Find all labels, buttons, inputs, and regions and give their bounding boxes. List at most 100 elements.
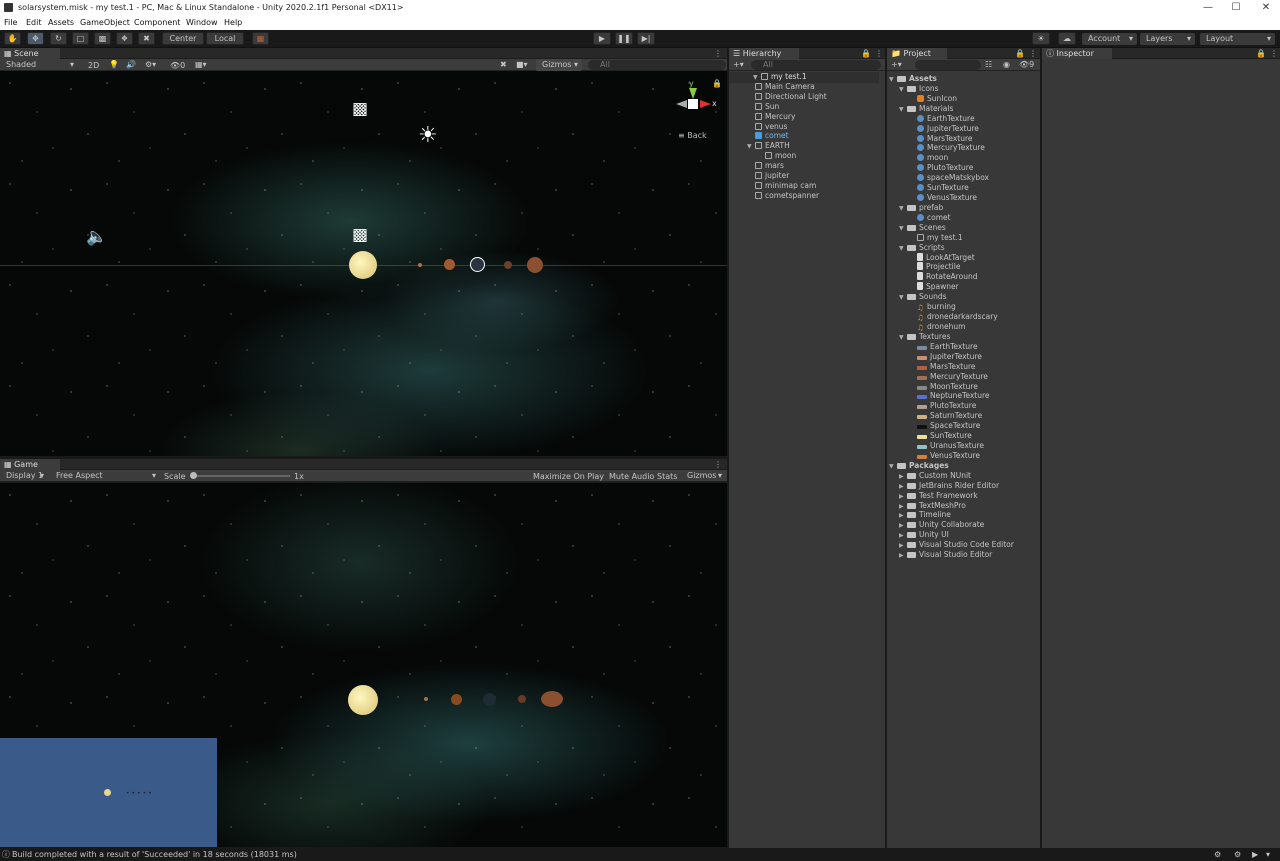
project-asset[interactable]: comet bbox=[909, 213, 951, 223]
pivot-local-button[interactable]: Local bbox=[206, 32, 244, 45]
maximize-icon[interactable]: ☐ bbox=[1220, 0, 1252, 16]
expand-arrow-icon[interactable]: ▼ bbox=[899, 204, 907, 214]
project-asset[interactable]: SpaceTexture bbox=[909, 421, 980, 431]
project-asset[interactable]: VenusTexture bbox=[909, 193, 977, 203]
layout-dropdown[interactable]: Layout bbox=[1200, 33, 1275, 45]
maximize-on-play-button[interactable]: Maximize On Play bbox=[533, 472, 604, 481]
project-asset[interactable]: Spawner bbox=[909, 282, 959, 292]
game-menu-icon[interactable]: ⋮ bbox=[714, 459, 722, 470]
layers-dropdown[interactable]: Layers bbox=[1140, 33, 1195, 45]
project-asset[interactable]: MoonTexture bbox=[909, 382, 978, 392]
collapse-icon[interactable]: ▾ bbox=[1266, 848, 1270, 861]
project-asset[interactable]: SunTexture bbox=[909, 183, 969, 193]
create-icon[interactable]: +▾ bbox=[733, 60, 744, 69]
project-asset[interactable]: PlutoTexture bbox=[909, 401, 976, 411]
tab-inspector[interactable]: ⓘ Inspector bbox=[1042, 48, 1112, 59]
expand-arrow-icon[interactable]: ▼ bbox=[889, 462, 897, 472]
mercury-object[interactable] bbox=[418, 263, 422, 267]
audio-source-icon[interactable]: 🔈 bbox=[86, 227, 107, 247]
menu-component[interactable]: Component bbox=[134, 18, 180, 27]
project-asset[interactable]: my test.1 bbox=[909, 233, 963, 243]
project-asset[interactable]: JupiterTexture bbox=[909, 124, 979, 134]
pivot-center-button[interactable]: Center bbox=[162, 32, 204, 45]
lock-icon[interactable]: 🔒 bbox=[1015, 48, 1025, 59]
account-dropdown[interactable]: Account bbox=[1082, 33, 1137, 45]
hierarchy-search-input[interactable]: All bbox=[751, 60, 881, 70]
lock-icon[interactable]: 🔒 bbox=[1256, 48, 1266, 59]
custom-tool-icon[interactable]: ✖ bbox=[138, 32, 155, 45]
project-asset[interactable]: moon bbox=[909, 153, 948, 163]
menu-assets[interactable]: Assets bbox=[48, 18, 74, 27]
project-asset[interactable]: MarsTexture bbox=[909, 134, 973, 144]
filter-type-icon[interactable]: ☷ bbox=[985, 60, 992, 69]
inspector-menu-icon[interactable]: ⋮ bbox=[1270, 48, 1278, 59]
sun-object[interactable] bbox=[349, 251, 377, 279]
display-dropdown[interactable]: Display 1 bbox=[0, 470, 48, 482]
expand-arrow-icon[interactable]: ▶ bbox=[899, 551, 907, 561]
project-asset[interactable]: NeptuneTexture bbox=[909, 391, 990, 401]
scene-gizmos-dropdown[interactable]: Gizmos bbox=[536, 59, 582, 71]
project-asset[interactable]: EarthTexture bbox=[909, 114, 975, 124]
game-gizmos-dropdown[interactable]: Gizmos bbox=[681, 470, 726, 482]
hierarchy-item[interactable]: mars bbox=[747, 161, 784, 171]
hierarchy-item[interactable]: venus bbox=[747, 122, 787, 132]
shading-dropdown[interactable]: Shaded bbox=[0, 59, 78, 71]
orientation-gizmo[interactable]: y x ≡ Back bbox=[674, 79, 718, 140]
cloud-icon[interactable]: ☁ bbox=[1058, 32, 1076, 45]
expand-arrow-icon[interactable]: ▼ bbox=[899, 244, 907, 254]
project-asset[interactable]: SunTexture bbox=[909, 431, 972, 441]
venus-object[interactable] bbox=[444, 259, 455, 270]
close-icon[interactable]: ✕ bbox=[1250, 0, 1280, 16]
hierarchy-menu-icon[interactable]: ⋮ bbox=[875, 48, 883, 59]
project-asset[interactable]: MercuryTexture bbox=[909, 143, 985, 153]
expand-arrow-icon[interactable]: ▼ bbox=[899, 85, 907, 95]
menu-window[interactable]: Window bbox=[186, 18, 218, 27]
pause-icon[interactable]: ❚❚ bbox=[615, 32, 633, 45]
effects-icon[interactable]: ⚙▾ bbox=[145, 60, 156, 69]
project-asset[interactable]: EarthTexture bbox=[909, 342, 978, 352]
tab-scene[interactable]: ▦ Scene bbox=[0, 48, 60, 59]
project-asset[interactable]: MarsTexture bbox=[909, 362, 976, 372]
audio-icon[interactable]: 🔊 bbox=[126, 60, 136, 69]
camera-gizmo-icon[interactable]: ▩ bbox=[352, 225, 368, 245]
mute-audio-button[interactable]: Mute Audio bbox=[609, 472, 654, 481]
project-asset[interactable]: SunIcon bbox=[909, 94, 957, 104]
hierarchy-item[interactable]: cometspanner bbox=[747, 191, 819, 201]
create-asset-icon[interactable]: +▾ bbox=[891, 60, 902, 69]
grid-snap-icon[interactable]: ▦ bbox=[252, 32, 269, 45]
scene-menu-icon[interactable]: ⋮ bbox=[714, 48, 722, 59]
project-asset[interactable]: LookAtTarget bbox=[909, 252, 975, 263]
scale-slider[interactable] bbox=[190, 472, 290, 479]
tab-game[interactable]: ▦ Game bbox=[0, 459, 60, 470]
scene-search-input[interactable]: All bbox=[588, 60, 726, 70]
bug-icon[interactable]: ⚙ bbox=[1214, 848, 1221, 861]
scene-viewport[interactable]: ▩ ▩ ☀ 🔈 y x ≡ Back 🔒 bbox=[0, 71, 727, 456]
project-asset[interactable]: spaceMatskybox bbox=[909, 173, 989, 183]
sync-icon[interactable]: ⚙ bbox=[1234, 848, 1241, 861]
aspect-dropdown[interactable]: Free Aspect bbox=[50, 470, 160, 482]
project-asset[interactable]: ♫ dronedarkardscary bbox=[909, 312, 998, 322]
expand-arrow-icon[interactable]: ▼ bbox=[899, 105, 907, 115]
jupiter-object[interactable] bbox=[527, 257, 543, 273]
transform-tool-icon[interactable]: ❖ bbox=[116, 32, 133, 45]
project-asset[interactable]: ♫ dronehum bbox=[909, 322, 965, 332]
project-asset[interactable]: UranusTexture bbox=[909, 441, 984, 451]
project-asset[interactable]: ♫ burning bbox=[909, 302, 956, 312]
earth-object[interactable] bbox=[470, 257, 485, 272]
tab-hierarchy[interactable]: ☰ Hierarchy bbox=[729, 48, 799, 59]
light-gizmo-icon[interactable]: ☀ bbox=[418, 123, 438, 148]
menu-help[interactable]: Help bbox=[224, 18, 242, 27]
rotate-tool-icon[interactable]: ↻ bbox=[50, 32, 67, 45]
menu-edit[interactable]: Edit bbox=[26, 18, 42, 27]
expand-arrow-icon[interactable]: ▼ bbox=[899, 293, 907, 303]
camera-icon[interactable]: ■▾ bbox=[516, 60, 528, 69]
hierarchy-item[interactable]: comet bbox=[747, 131, 789, 141]
hierarchy-item[interactable]: minimap cam bbox=[747, 181, 816, 191]
rect-tool-icon[interactable]: ▩ bbox=[94, 32, 111, 45]
tab-project[interactable]: 📁 Project bbox=[887, 48, 947, 59]
scale-tool-icon[interactable]: □ bbox=[72, 32, 89, 45]
project-asset[interactable]: SaturnTexture bbox=[909, 411, 982, 421]
hierarchy-item[interactable]: moon bbox=[757, 151, 796, 161]
status-message[interactable]: Build completed with a result of 'Succee… bbox=[12, 848, 297, 861]
stats-button[interactable]: Stats bbox=[657, 472, 677, 481]
